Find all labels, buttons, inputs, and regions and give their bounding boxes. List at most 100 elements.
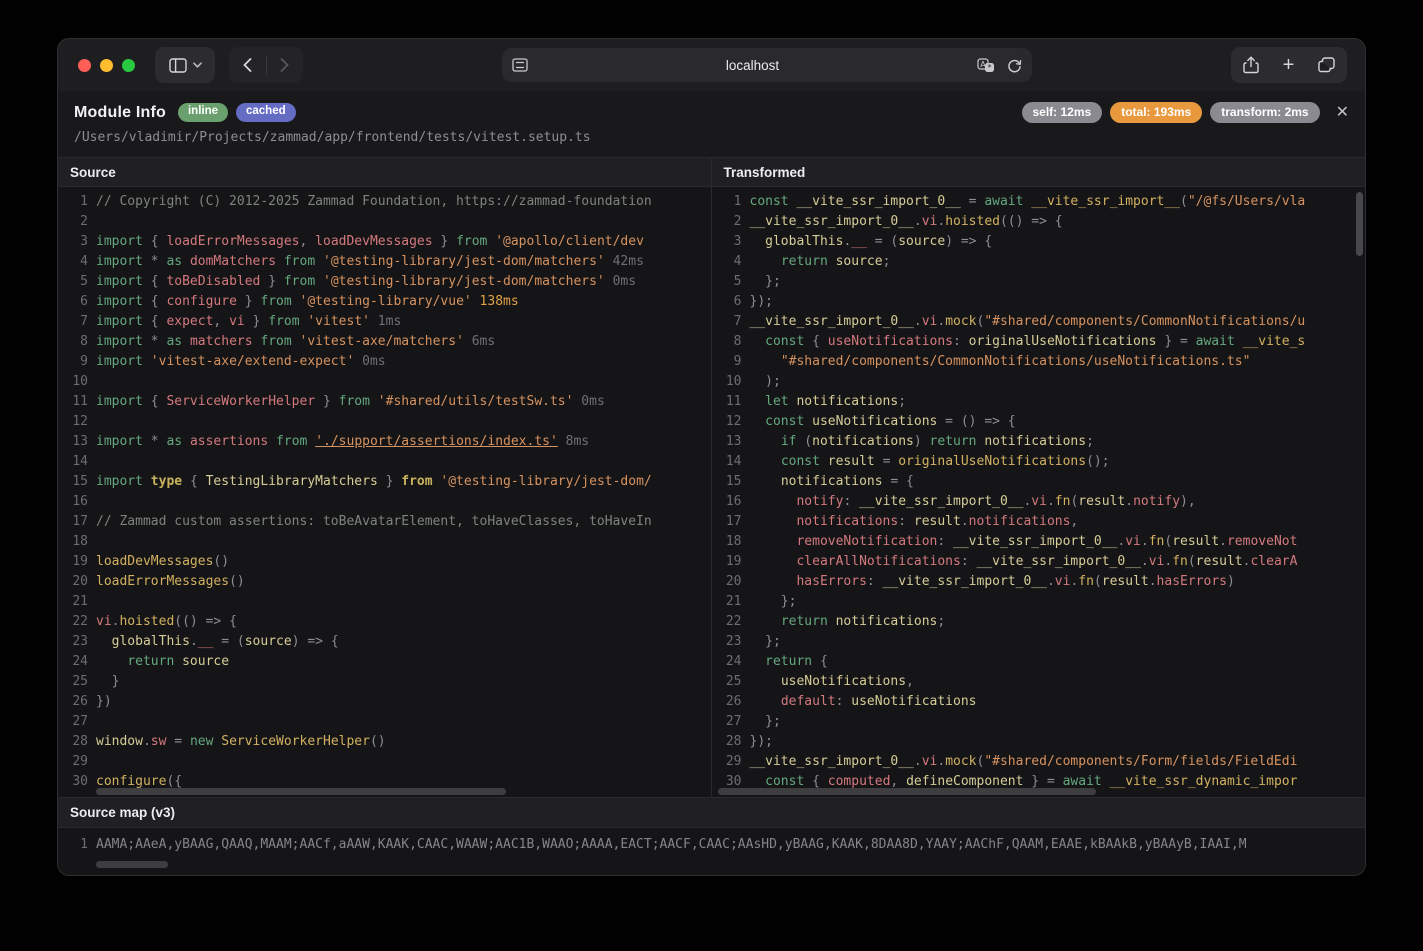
line-number: 13 [725,434,742,449]
source-code-area[interactable]: 1 // Copyright (C) 2012-2025 Zammad Found… [58,187,711,797]
reader-icon[interactable] [512,58,528,72]
code-token: as [166,434,190,449]
code-text: loadErrorMessages() [88,572,711,592]
code-token: toBeDisabled [166,274,261,289]
code-line: 14 const result = originalUseNotificatio… [712,452,1366,472]
code-token: . [960,514,969,529]
code-token: . [937,754,946,769]
module-info-header: Module Info inline cached self: 12ms tot… [58,91,1365,157]
code-text: const result = originalUseNotifications(… [742,452,1366,472]
code-text: import { configure } from '@testing-libr… [88,292,711,312]
line-number: 1 [80,837,88,852]
code-text: import { ServiceWorkerHelper } from '#sh… [88,392,711,412]
window-controls [78,58,135,72]
reload-icon[interactable] [1007,58,1022,73]
code-token: () [369,734,386,749]
code-token: __vite_ssr_import_0__ [953,534,1118,549]
line-number: 1 [733,194,742,209]
code-line: 27 [58,712,711,732]
code-token: '@testing-library/vue' [299,294,472,309]
code-link[interactable]: './support/assertions/index.ts' [315,434,558,449]
code-token: . [913,214,922,229]
code-token: } [244,314,269,329]
minimize-window-button[interactable] [100,58,113,72]
self-time-badge: self: 12ms [1021,102,1103,123]
code-token: . [1140,554,1149,569]
code-token: }); [749,734,773,749]
source-panel: Source 1 // Copyright (C) 2012-2025 Zamma… [58,158,712,797]
code-token: vi [229,314,245,329]
code-line: 21 [58,592,711,612]
code-text: } [88,672,711,692]
transformed-panel-title: Transformed [711,158,1365,187]
code-token: originalUseNotifications [968,334,1157,349]
line-number: 26 [725,694,742,709]
horizontal-scrollbar[interactable] [96,788,506,795]
code-token: '@testing-library/jest-dom/matchers' [323,254,605,269]
vertical-scrollbar[interactable] [1356,192,1363,256]
code-token: from [252,334,300,349]
code-token: (() => { [174,614,237,629]
code-token: from [276,254,323,269]
code-token: __vite_s [1242,334,1306,349]
code-token: __vite_ssr_import_0__ [749,214,914,229]
sidebar-toggle-button[interactable] [155,47,215,83]
code-token: vi [1031,494,1047,509]
code-token: return [127,654,183,669]
code-text: import { expect, vi } from 'vitest' 1ms [88,312,711,332]
code-token: hoisted [119,614,175,629]
transform-time-badge: transform: 2ms [1210,102,1320,123]
code-token: (); [1086,454,1110,469]
code-token: computed [827,774,891,789]
code-token: }; [749,714,781,729]
address-bar[interactable]: localhost A * [502,48,1032,82]
zoom-window-button[interactable] [122,58,135,72]
code-token: 0ms [354,354,386,369]
code-line: 25 } [58,672,711,692]
code-token: __vite_ssr_import_0__ [749,314,914,329]
new-tab-button[interactable]: + [1283,55,1295,75]
horizontal-scrollbar[interactable] [96,861,168,868]
line-number: 25 [725,674,742,689]
code-token: ) [1227,574,1235,589]
transformed-code-area[interactable]: 1 const __vite_ssr_import_0__ = await __v… [711,187,1366,797]
code-token: { [150,234,167,249]
forward-button[interactable] [266,47,303,83]
translate-icon[interactable]: A * [977,57,995,73]
code-text: notifications: result.notifications, [742,512,1366,532]
code-token: import [96,234,151,249]
code-token: notifications [968,514,1071,529]
code-text: // Zammad custom assertions: toBeAvatarE… [88,512,711,532]
code-token: result [1078,494,1126,509]
code-token: const [780,454,828,469]
code-line: 20 hasErrors: __vite_ssr_import_0__.vi.f… [712,572,1366,592]
close-window-button[interactable] [78,58,91,72]
code-token: await [1062,774,1110,789]
code-token: from [268,434,316,449]
line-number: 10 [72,374,88,389]
close-panel-button[interactable]: ✕ [1336,104,1349,121]
code-token: = { [882,474,914,489]
code-token: hasErrors [1156,574,1227,589]
horizontal-scrollbar[interactable] [717,788,1096,795]
tab-overview-icon[interactable] [1318,57,1335,73]
code-line: 18 [58,532,711,552]
line-number: 6 [80,294,88,309]
back-button[interactable] [229,47,266,83]
url-text[interactable]: localhost [528,58,977,73]
line-number: 14 [72,454,88,469]
share-icon[interactable] [1243,56,1259,74]
code-line: 23 }; [712,632,1366,652]
code-text: clearAllNotifications: __vite_ssr_import… [742,552,1366,572]
transformed-panel: Transformed 1 const __vite_ssr_import_0__… [711,158,1366,797]
code-token: 6ms [463,334,496,349]
toolbar-actions: + [1231,47,1347,83]
line-number: 6 [733,294,742,309]
code-token: . [1125,494,1134,509]
code-token: result [827,454,875,469]
